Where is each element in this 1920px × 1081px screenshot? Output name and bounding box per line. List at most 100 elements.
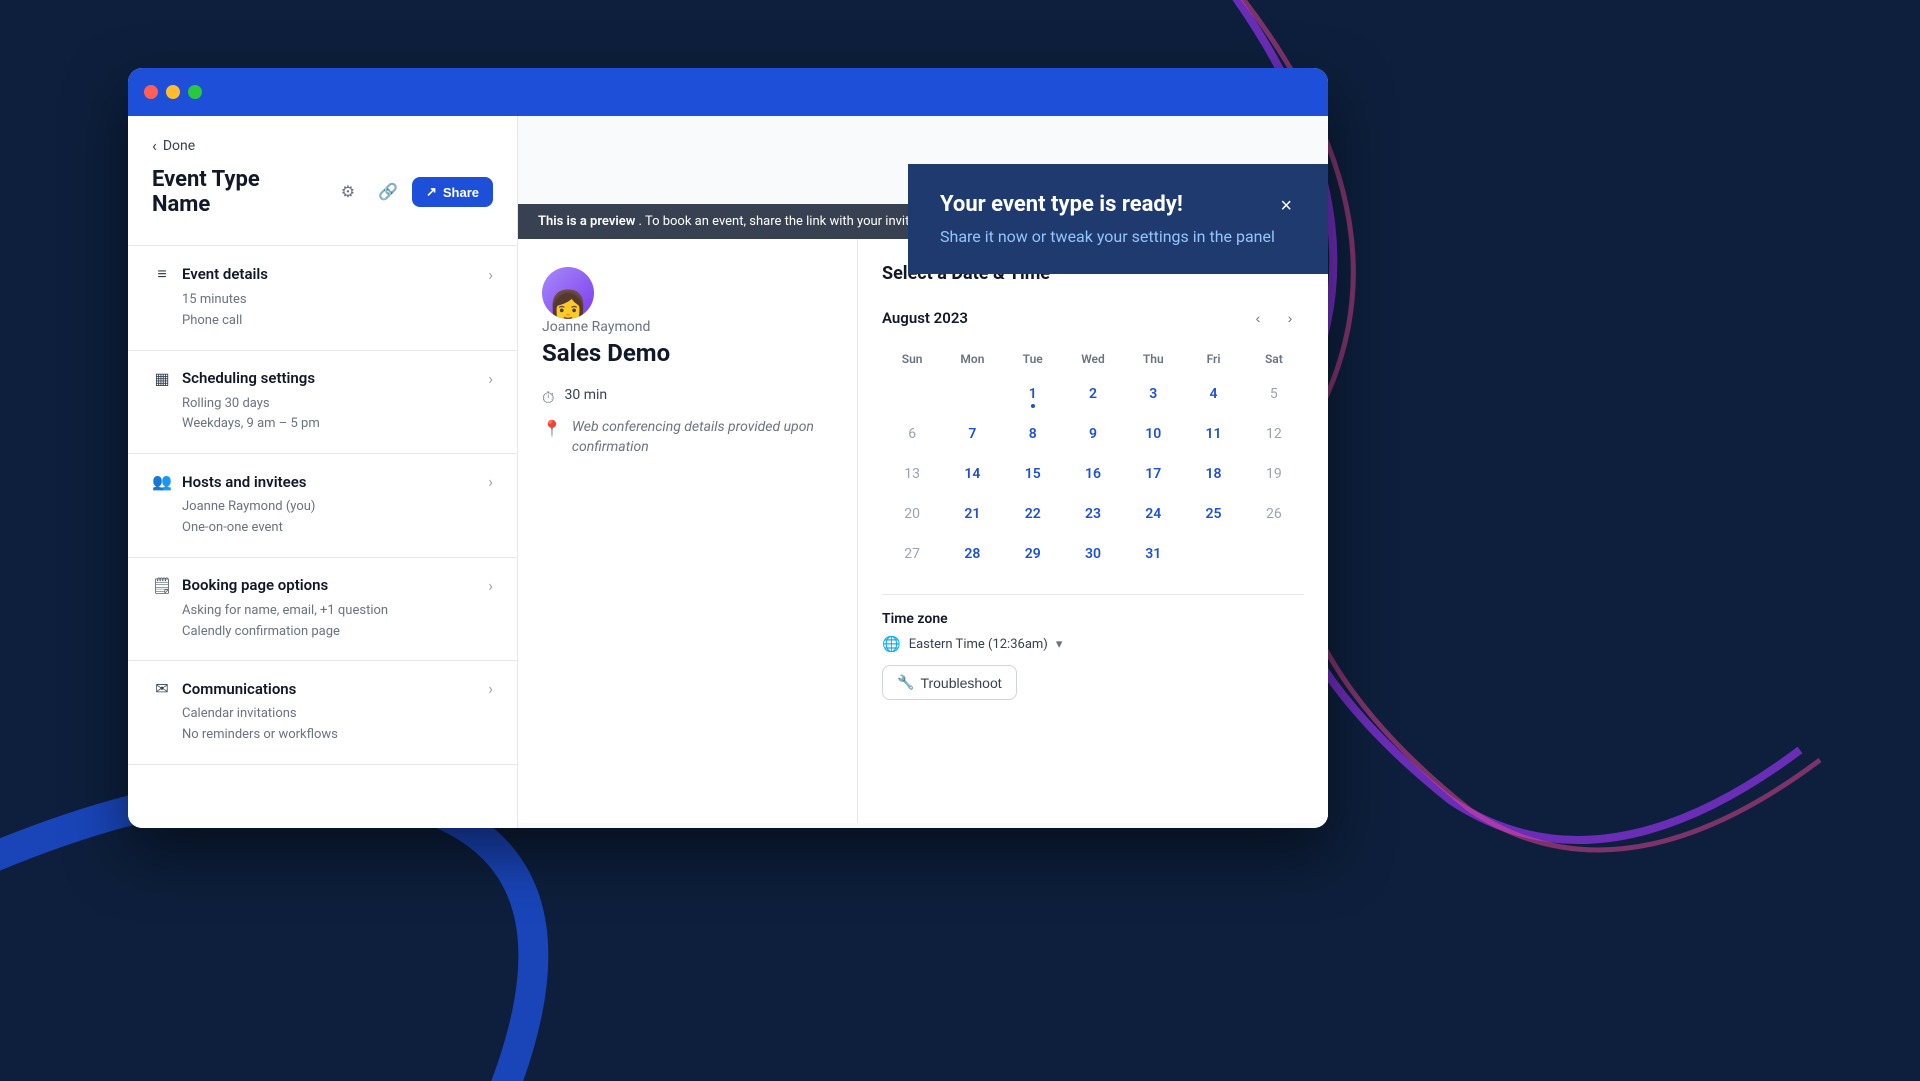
sidebar-section-booking-page[interactable]: 🗒 Booking page options › Asking for name… (128, 558, 517, 662)
avatar: 👩 (542, 267, 594, 319)
sidebar-section-hosts-invitees[interactable]: 👥 Hosts and invitees › Joanne Raymond (y… (128, 454, 517, 558)
day-30[interactable]: 30 (1077, 538, 1109, 570)
day-19: 19 (1258, 458, 1290, 490)
day-9[interactable]: 9 (1077, 418, 1109, 450)
section-title-group-hosts-invitees: 👥 Hosts and invitees (152, 472, 307, 491)
day-10[interactable]: 10 (1137, 418, 1169, 450)
day-1[interactable]: 1 (1017, 378, 1049, 410)
wrench-icon: 🔧 (897, 674, 914, 691)
cal-cell-4-0: 27 (882, 534, 942, 574)
location-icon: 📍 (542, 419, 562, 438)
detail-text: Joanne Raymond (you) (182, 497, 493, 518)
section-header-scheduling-settings[interactable]: ▦ Scheduling settings › (152, 369, 493, 388)
timezone-section: Time zone 🌐 Eastern Time (12:36am) ▾ 🔧 T… (882, 594, 1304, 700)
hosts-invitees-icon: 👥 (152, 472, 172, 491)
table-row: 12345 (882, 374, 1304, 414)
timezone-selector[interactable]: 🌐 Eastern Time (12:36am) ▾ (882, 635, 1304, 653)
scheduling-settings-icon: ▦ (152, 369, 172, 388)
cal-cell-4-6 (1244, 534, 1304, 574)
detail-text: Asking for name, email, +1 question (182, 601, 493, 622)
cal-cell-3-5: 25 (1183, 494, 1243, 534)
cal-header-Mon: Mon (942, 348, 1002, 374)
sidebar-section-event-details[interactable]: ≡ Event details › 15 minutesPhone call (128, 246, 517, 351)
event-left: 👩 Joanne Raymond Sales Demo ⏱ 30 min 📍 (518, 239, 858, 823)
cal-header-Sat: Sat (1244, 348, 1304, 374)
detail-text: No reminders or workflows (182, 725, 493, 746)
cal-cell-2-2: 15 (1003, 454, 1063, 494)
day-22[interactable]: 22 (1017, 498, 1049, 530)
event-meta: ⏱ 30 min 📍 Web conferencing details prov… (542, 387, 833, 457)
section-title-group-event-details: ≡ Event details (152, 264, 268, 284)
troubleshoot-button[interactable]: 🔧 Troubleshoot (882, 665, 1017, 700)
sidebar: ‹ Done Event Type Name ⚙ 🔗 ↗ Share (128, 116, 518, 828)
day-29[interactable]: 29 (1017, 538, 1049, 570)
day-11[interactable]: 11 (1198, 418, 1230, 450)
detail-text: Phone call (182, 311, 493, 332)
cal-header-Sun: Sun (882, 348, 942, 374)
notification-popup: Your event type is ready! Share it now o… (908, 164, 1328, 274)
calendar-nav-arrows: ‹ › (1244, 304, 1304, 332)
day-3[interactable]: 3 (1137, 378, 1169, 410)
maximize-button[interactable] (188, 85, 202, 99)
section-header-communications[interactable]: ✉ Communications › (152, 679, 493, 698)
main-content: Your event type is ready! Share it now o… (518, 116, 1328, 828)
day-7[interactable]: 7 (956, 418, 988, 450)
section-title-group-booking-page: 🗒 Booking page options (152, 576, 328, 595)
day-31[interactable]: 31 (1137, 538, 1169, 570)
day-15[interactable]: 15 (1017, 458, 1049, 490)
share-label: Share (443, 185, 479, 200)
day-2[interactable]: 2 (1077, 378, 1109, 410)
banner-text: This is a preview . To book an event, sh… (538, 214, 933, 229)
booking-page-chevron-icon: › (488, 576, 493, 595)
day-24[interactable]: 24 (1137, 498, 1169, 530)
section-header-booking-page[interactable]: 🗒 Booking page options › (152, 576, 493, 595)
clock-icon: ⏱ (542, 388, 554, 408)
detail-text: Weekdays, 9 am – 5 pm (182, 414, 493, 435)
day-17[interactable]: 17 (1137, 458, 1169, 490)
cal-cell-4-5 (1183, 534, 1243, 574)
day-18[interactable]: 18 (1198, 458, 1230, 490)
back-link[interactable]: ‹ Done (152, 136, 493, 155)
minimize-button[interactable] (166, 85, 180, 99)
notification-close-button[interactable]: × (1276, 192, 1296, 220)
back-label: Done (163, 138, 195, 154)
dropdown-icon: ▾ (1056, 637, 1063, 652)
prev-month-button[interactable]: ‹ (1244, 304, 1272, 332)
header-actions: Event Type Name ⚙ 🔗 ↗ Share (152, 167, 493, 217)
sidebar-section-communications[interactable]: ✉ Communications › Calendar invitationsN… (128, 661, 517, 765)
section-header-event-details[interactable]: ≡ Event details › (152, 264, 493, 284)
cal-cell-2-1: 14 (942, 454, 1002, 494)
sidebar-section-scheduling-settings[interactable]: ▦ Scheduling settings › Rolling 30 daysW… (128, 351, 517, 455)
day-23[interactable]: 23 (1077, 498, 1109, 530)
booking-page-icon: 🗒 (152, 576, 172, 595)
settings-button[interactable]: ⚙ (332, 176, 364, 208)
day-21[interactable]: 21 (956, 498, 988, 530)
detail-text: Calendly confirmation page (182, 622, 493, 643)
cal-cell-0-4: 3 (1123, 374, 1183, 414)
event-name: Sales Demo (542, 339, 833, 367)
day-25[interactable]: 25 (1198, 498, 1230, 530)
cal-cell-4-2: 29 (1003, 534, 1063, 574)
month-year: August 2023 (882, 309, 968, 327)
day-4[interactable]: 4 (1198, 378, 1230, 410)
cal-cell-3-6: 26 (1244, 494, 1304, 534)
cal-cell-0-0 (882, 374, 942, 414)
detail-text: 15 minutes (182, 290, 493, 311)
close-button[interactable] (144, 85, 158, 99)
cal-cell-1-5: 11 (1183, 414, 1243, 454)
detail-text: One-on-one event (182, 518, 493, 539)
preview-area: This is a preview . To book an event, sh… (518, 204, 1328, 828)
share-button[interactable]: ↗ Share (412, 177, 493, 207)
day-6: 6 (896, 418, 928, 450)
sidebar-sections: ≡ Event details › 15 minutesPhone call ▦… (128, 246, 517, 765)
day-16[interactable]: 16 (1077, 458, 1109, 490)
day-28[interactable]: 28 (956, 538, 988, 570)
day-14[interactable]: 14 (956, 458, 988, 490)
day-8[interactable]: 8 (1017, 418, 1049, 450)
link-button[interactable]: 🔗 (372, 176, 404, 208)
section-header-hosts-invitees[interactable]: 👥 Hosts and invitees › (152, 472, 493, 491)
detail-text: Rolling 30 days (182, 394, 493, 415)
next-month-button[interactable]: › (1276, 304, 1304, 332)
day-13: 13 (896, 458, 928, 490)
day-26: 26 (1258, 498, 1290, 530)
